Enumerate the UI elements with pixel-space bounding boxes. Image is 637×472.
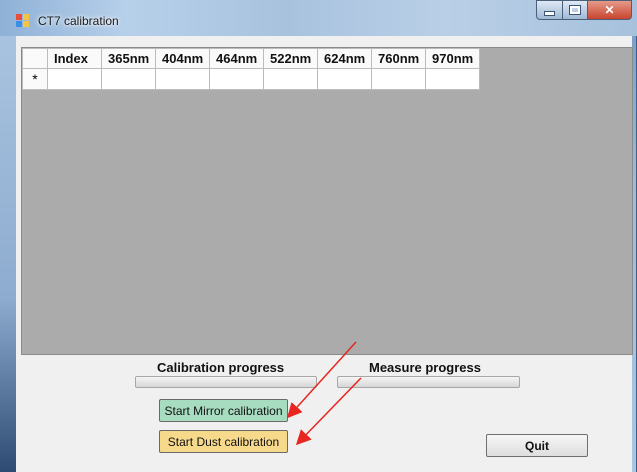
minimize-button[interactable] xyxy=(536,0,563,20)
column-header-365nm[interactable]: 365nm xyxy=(101,48,156,69)
quit-button[interactable]: Quit xyxy=(486,434,588,457)
app-icon xyxy=(16,14,30,28)
minimize-icon xyxy=(544,11,555,16)
cell-970nm[interactable] xyxy=(425,68,480,90)
cell-624nm[interactable] xyxy=(317,68,372,90)
column-header-index[interactable]: Index xyxy=(47,48,102,69)
column-header-624nm[interactable]: 624nm xyxy=(317,48,372,69)
client-area: Index 365nm 404nm 464nm 522nm 624nm 760n… xyxy=(16,36,633,472)
column-header-404nm[interactable]: 404nm xyxy=(155,48,210,69)
close-icon: ✕ xyxy=(604,3,615,17)
calibration-data-grid[interactable]: Index 365nm 404nm 464nm 522nm 624nm 760n… xyxy=(21,47,633,355)
cell-404nm[interactable] xyxy=(155,68,210,90)
calibration-progress-bar xyxy=(135,376,317,388)
cell-522nm[interactable] xyxy=(263,68,318,90)
cell-464nm[interactable] xyxy=(209,68,264,90)
grid-new-row[interactable]: * xyxy=(22,68,480,90)
column-header-522nm[interactable]: 522nm xyxy=(263,48,318,69)
title-bar[interactable]: CT7 calibration ✕ xyxy=(0,0,637,36)
grid-header-row: Index 365nm 404nm 464nm 522nm 624nm 760n… xyxy=(22,48,480,69)
calibration-progress-label: Calibration progress xyxy=(157,360,285,375)
column-header-970nm[interactable]: 970nm xyxy=(425,48,480,69)
start-mirror-calibration-button[interactable]: Start Mirror calibration xyxy=(159,399,288,422)
window-left-border xyxy=(0,36,16,472)
cell-760nm[interactable] xyxy=(371,68,426,90)
cell-index[interactable] xyxy=(47,68,102,90)
start-dust-calibration-button[interactable]: Start Dust calibration xyxy=(159,430,288,453)
close-button[interactable]: ✕ xyxy=(587,0,632,20)
row-header-corner xyxy=(22,48,48,69)
new-row-marker: * xyxy=(22,68,48,90)
maximize-icon xyxy=(569,5,581,15)
measure-progress-label: Measure progress xyxy=(369,360,481,375)
maximize-button[interactable] xyxy=(562,0,588,20)
grid-table: Index 365nm 404nm 464nm 522nm 624nm 760n… xyxy=(22,48,480,90)
measure-progress-bar xyxy=(337,376,520,388)
cell-365nm[interactable] xyxy=(101,68,156,90)
column-header-464nm[interactable]: 464nm xyxy=(209,48,264,69)
column-header-760nm[interactable]: 760nm xyxy=(371,48,426,69)
window-title: CT7 calibration xyxy=(38,14,119,28)
